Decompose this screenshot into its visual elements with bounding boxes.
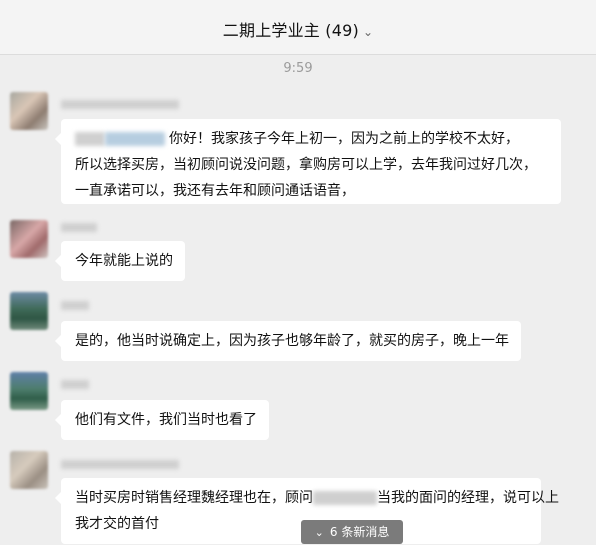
- sender-nickname: [61, 223, 97, 232]
- redacted-mention: [75, 132, 105, 146]
- new-messages-label: 6 条新消息: [329, 525, 390, 539]
- message-timestamp: 9:59: [283, 61, 313, 76]
- message-text: 你好！我家孩子今年上初一，因为之前上的学校不太好，: [169, 131, 519, 147]
- group-title[interactable]: 二期上学业主 (49) ⌄: [0, 17, 596, 41]
- avatar[interactable]: [10, 451, 48, 489]
- sender-nickname: [61, 301, 89, 310]
- sender-nickname: [61, 100, 179, 109]
- message-text: 今年就能上说的: [75, 253, 173, 269]
- message-bubble[interactable]: 今年就能上说的: [55, 241, 185, 281]
- message-bubble[interactable]: 他们有文件，我们当时也看了: [55, 400, 269, 440]
- group-title-text: 二期上学业主 (49): [222, 21, 359, 40]
- message-text: 一直承诺可以，我还有去年和顾问通话语音，: [75, 183, 355, 199]
- double-chevron-down-icon: ⌄: [314, 526, 324, 539]
- avatar[interactable]: [10, 92, 48, 130]
- message-text: 他们有文件，我们当时也看了: [75, 412, 257, 428]
- redacted-name: [313, 491, 377, 505]
- redacted-name: [105, 132, 165, 146]
- avatar[interactable]: [10, 372, 48, 410]
- new-messages-button[interactable]: ⌄ 6 条新消息: [301, 520, 403, 544]
- message-bubble[interactable]: 你好！我家孩子今年上初一，因为之前上的学校不太好， 所以选择买房，当初顾问说没问…: [55, 119, 561, 204]
- avatar[interactable]: [10, 292, 48, 330]
- message-text: 所以选择买房，当初顾问说没问题，拿购房可以上学，去年我问过好几次，: [75, 157, 537, 173]
- chat-header: 二期上学业主 (49) ⌄: [0, 0, 596, 55]
- sender-nickname: [61, 380, 89, 389]
- chevron-down-icon[interactable]: ⌄: [363, 25, 373, 39]
- message-text: 当我的面问的经理，说可以上: [377, 490, 559, 506]
- message-bubble[interactable]: 是的，他当时说确定上，因为孩子也够年龄了，就买的房子，晚上一年: [55, 321, 521, 361]
- sender-nickname: [61, 460, 179, 469]
- avatar[interactable]: [10, 220, 48, 258]
- message-text: 是的，他当时说确定上，因为孩子也够年龄了，就买的房子，晚上一年: [75, 333, 509, 349]
- message-text: 当时买房时销售经理魏经理也在，顾问: [75, 490, 313, 506]
